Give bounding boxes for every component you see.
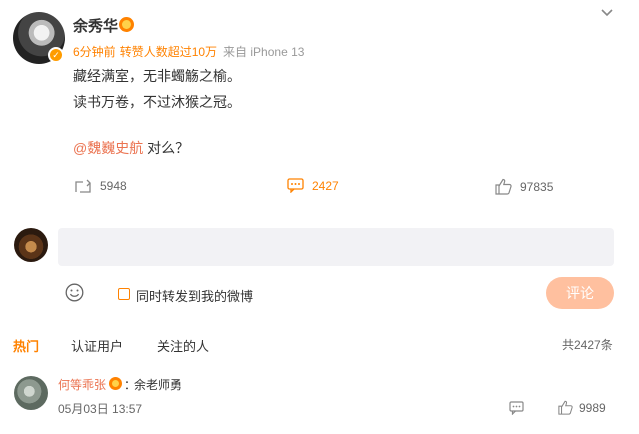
comment-time: 05月03日 13:57 <box>58 402 143 416</box>
commenter-name[interactable]: 何等乖张 <box>58 376 106 393</box>
tab-verified-users[interactable]: 认证用户 <box>71 336 123 355</box>
vip-crown-icon <box>119 17 134 32</box>
mention-suffix: 对么？ <box>143 140 190 156</box>
post-source: 来自 iPhone 13 <box>223 45 305 59</box>
comment-like-count: 9989 <box>579 400 606 415</box>
chevron-down-icon[interactable] <box>600 6 614 20</box>
commenter-avatar[interactable] <box>14 376 48 410</box>
submit-comment-button[interactable]: 评论 <box>546 277 614 309</box>
mention-link[interactable]: @魏巍史航 <box>73 140 143 156</box>
comment-text: 余老师勇 <box>134 378 183 392</box>
comment-icon <box>287 178 304 193</box>
post-mention-line: @魏巍史航 对么？ <box>73 138 189 158</box>
forward-count-text: 转赞人数超过10万 <box>119 45 218 59</box>
reply-icon[interactable] <box>509 401 524 415</box>
repost-checkbox-label[interactable]: 同时转发到我的微博 <box>136 286 253 305</box>
repost-count: 5948 <box>100 179 127 193</box>
repost-icon <box>75 179 91 193</box>
tab-following[interactable]: 关注的人 <box>157 336 209 355</box>
current-user-avatar[interactable] <box>14 228 48 262</box>
vip-crown-icon <box>109 377 122 390</box>
comment-total: 共2427条 <box>562 338 613 352</box>
comment-count: 2427 <box>312 178 339 193</box>
comment-input[interactable] <box>58 228 614 266</box>
post-time[interactable]: 6分钟前 <box>73 45 116 59</box>
like-count: 97835 <box>520 179 554 194</box>
author-name[interactable]: 余秀华 <box>73 15 118 36</box>
tab-hot[interactable]: 热门 <box>13 336 39 355</box>
emoji-icon[interactable] <box>65 283 84 302</box>
post-text-line: 读书万卷，不过沐猴之冠。 <box>73 94 241 110</box>
post-text-line: 藏经满室，无非蠋觞之榆。 <box>73 68 241 84</box>
post-meta: 6分钟前 转赞人数超过10万 来自 iPhone 13 <box>73 43 304 60</box>
like-button[interactable]: 97835 <box>495 178 553 195</box>
thumbs-up-icon <box>558 400 573 415</box>
repost-checkbox[interactable] <box>118 288 130 300</box>
comment-like-button[interactable]: 9989 <box>558 400 606 415</box>
repost-button[interactable]: 5948 <box>74 178 127 194</box>
verified-badge-icon: ✓ <box>48 47 64 63</box>
comment-button[interactable]: 2427 <box>287 178 339 193</box>
thumbs-up-icon <box>495 178 512 195</box>
